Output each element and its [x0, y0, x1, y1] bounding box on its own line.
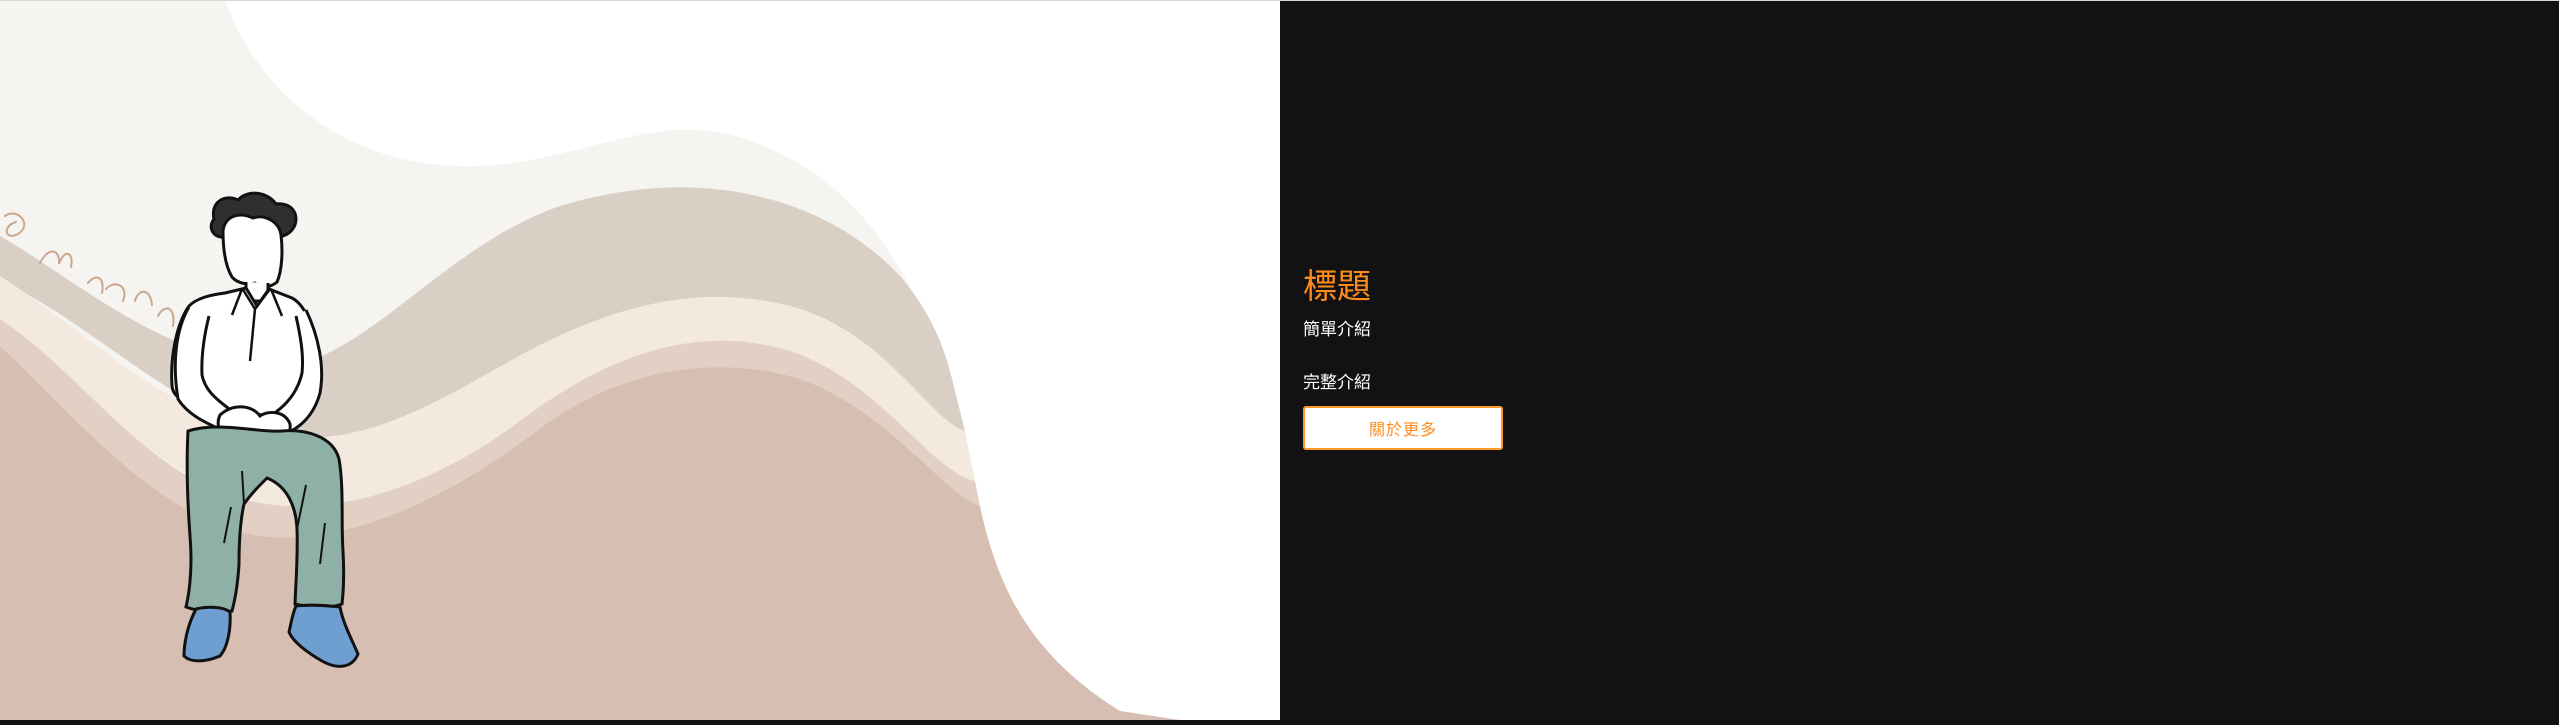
page: 標題 簡單介紹 完整介紹 關於更多: [0, 0, 2559, 725]
info-panel: 標題 簡單介紹 完整介紹 關於更多: [1280, 1, 2559, 725]
short-introduction: 簡單介紹: [1303, 320, 1371, 340]
hero-content: 標題 簡單介紹 完整介紹 關於更多: [1303, 266, 1683, 450]
bottom-border: [0, 720, 1280, 725]
face: [221, 213, 284, 289]
full-introduction: 完整介紹: [1303, 373, 1371, 393]
learn-more-button[interactable]: 關於更多: [1303, 406, 1503, 450]
hero-illustration: [0, 1, 1280, 720]
abstract-landscape-illustration: [0, 1, 1280, 720]
hero-title: 標題: [1303, 267, 1371, 307]
